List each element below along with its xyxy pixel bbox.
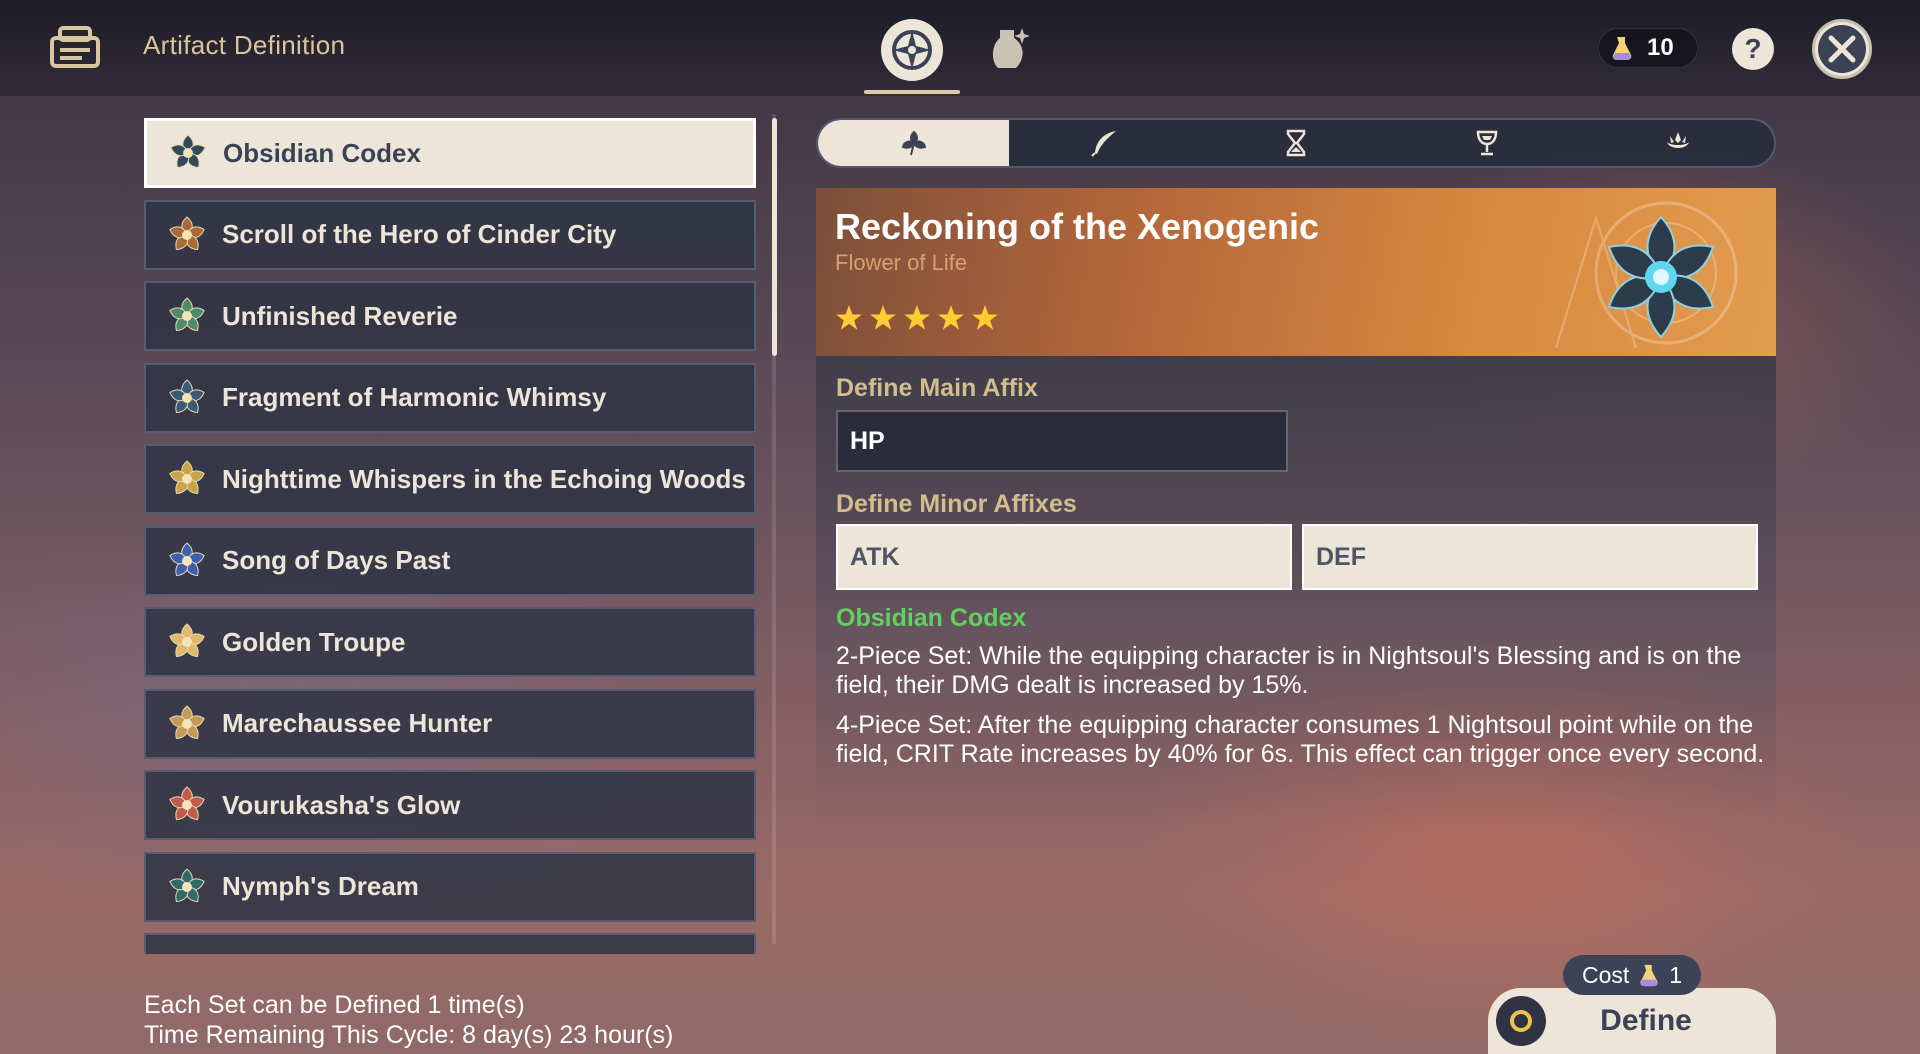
elixir-icon (1640, 964, 1658, 987)
define-button[interactable]: Define (1488, 988, 1776, 1054)
set-name: Golden Troupe (222, 626, 406, 657)
set-name: Nighttime Whispers in the Echoing Woods (222, 463, 746, 494)
set-icon (169, 460, 205, 495)
set-name: Unfinished Reverie (222, 300, 458, 331)
set-list-item-partial[interactable] (144, 933, 756, 954)
cost-value: 1 (1669, 961, 1683, 988)
set-list-item[interactable]: Nighttime Whispers in the Echoing Woods (144, 444, 756, 514)
vase-icon (992, 28, 1030, 68)
four-piece-effect: 4-Piece Set: After the equipping charact… (836, 711, 1765, 768)
tab-goblet[interactable] (1392, 120, 1583, 166)
set-name: Marechaussee Hunter (222, 708, 493, 738)
star-icon (904, 305, 930, 330)
elixir-icon (1612, 37, 1632, 60)
set-name: Song of Days Past (222, 545, 451, 575)
artifact-definition-icon (50, 26, 100, 68)
set-icon (169, 867, 205, 902)
circlet-icon (1667, 132, 1690, 148)
set-list-item[interactable]: Song of Days Past (144, 525, 756, 596)
set-icon (169, 786, 205, 821)
page-title: Artifact Definition (143, 30, 346, 60)
rarity-stars (835, 304, 999, 332)
star-icon (972, 305, 998, 330)
minor-affix-field-2[interactable]: DEF (1302, 524, 1758, 590)
cycle-remaining-text: Time Remaining This Cycle: 8 day(s) 23 h… (144, 1021, 674, 1049)
two-piece-effect: 2-Piece Set: While the equipping charact… (836, 642, 1742, 699)
main-affix-title: Define Main Affix (836, 374, 1038, 402)
set-icon (169, 378, 205, 413)
confirm-key-icon (1496, 996, 1546, 1046)
minor-affix-field-1[interactable]: ATK (836, 524, 1292, 590)
artifact-name: Reckoning of the Xenogenic (835, 206, 1320, 247)
set-list-scrollbar-thumb[interactable] (772, 118, 777, 356)
cost-badge: Cost 1 (1563, 955, 1701, 995)
flower-icon (901, 130, 926, 156)
set-bonus-name: Obsidian Codex (836, 604, 1027, 632)
cost-label: Cost (1581, 961, 1630, 988)
set-list-item[interactable]: Golden Troupe (144, 607, 756, 677)
tab-plume[interactable] (1009, 120, 1200, 166)
set-icon (169, 704, 205, 739)
set-list-item[interactable]: Marechaussee Hunter (144, 688, 756, 759)
tab-sands[interactable] (1200, 120, 1391, 166)
set-icon (170, 134, 206, 169)
artifact-flower-image (1607, 215, 1715, 339)
artifact-card: Reckoning of the Xenogenic Flower of Lif… (816, 188, 1776, 356)
star-icon (938, 305, 964, 330)
currency-display: 10 (1598, 28, 1698, 68)
close-button[interactable] (1812, 19, 1872, 79)
set-list-item[interactable]: Fragment of Harmonic Whimsy (144, 362, 756, 433)
star-icon (870, 305, 896, 330)
tab-circlet[interactable] (1583, 120, 1774, 166)
artifact-slot-tabs (816, 118, 1776, 168)
define-button-label: Define (1600, 1004, 1692, 1037)
help-button[interactable]: ? (1732, 28, 1774, 70)
minor-affixes-title: Define Minor Affixes (836, 490, 1077, 518)
set-name: Vourukasha's Glow (222, 789, 461, 820)
set-list-item[interactable]: Nymph's Dream (144, 851, 756, 922)
hourglass-icon (1286, 129, 1306, 157)
set-name: Obsidian Codex (223, 137, 421, 168)
set-list-item[interactable]: Vourukasha's Glow (144, 770, 756, 840)
currency-value: 10 (1647, 34, 1674, 61)
star-icon (836, 305, 862, 330)
plume-icon (1091, 131, 1116, 157)
define-count-text: Each Set can be Defined 1 time(s) (144, 991, 525, 1019)
artifact-set-list[interactable]: Obsidian Codex Scroll of the Hero of Cind… (144, 118, 760, 954)
close-icon (1828, 35, 1856, 63)
artifact-compass-icon (892, 30, 932, 70)
set-name: Nymph's Dream (222, 871, 419, 901)
set-icon (169, 297, 205, 332)
top-bar: Artifact Definition 10 ? (0, 0, 1920, 96)
set-list-item[interactable]: Obsidian Codex (144, 118, 756, 188)
set-list-item[interactable]: Scroll of the Hero of Cinder City (144, 199, 756, 270)
set-icon (169, 541, 205, 576)
set-list-item[interactable]: Unfinished Reverie (144, 281, 756, 351)
artifact-slot-type: Flower of Life (835, 250, 968, 275)
tab-flower[interactable] (818, 120, 1010, 166)
main-affix-field[interactable]: HP (836, 410, 1288, 472)
goblet-icon (1476, 130, 1498, 156)
define-limit-note: Each Set can be Defined 1 time(s) Time R… (144, 990, 673, 1050)
set-icon (169, 215, 205, 250)
tab-other-mode[interactable] (972, 14, 1044, 86)
set-name: Fragment of Harmonic Whimsy (222, 382, 607, 412)
set-icon (169, 623, 205, 658)
tab-artifact-definition[interactable] (876, 14, 948, 86)
active-tab-indicator (864, 90, 960, 94)
set-name: Scroll of the Hero of Cinder City (222, 219, 617, 249)
